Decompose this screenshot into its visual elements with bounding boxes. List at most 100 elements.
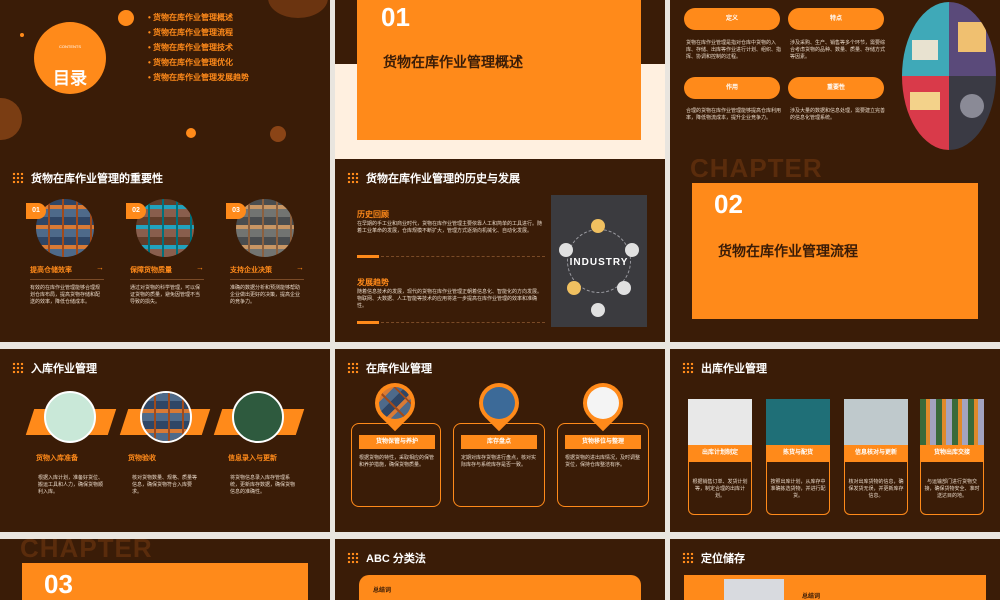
chapter-watermark: CHAPTER — [690, 159, 823, 183]
slide-header: 货物在库作业管理的重要性 — [12, 170, 163, 186]
arrow-right-icon[interactable]: → — [196, 263, 204, 272]
history-title: 历史回顾 — [357, 210, 389, 219]
contents-subtitle: CONTENTS — [59, 44, 81, 49]
dots-icon — [682, 552, 694, 564]
item-text: 根据入库计划，准备好货位、搬运工具和人力，确保货物顺利入库。 — [38, 475, 104, 495]
card-label[interactable]: 出库计划制定 — [688, 445, 752, 461]
history-text: 在早期的手工业和商业时代，货物在库作业管理主要依靠人工和简单的工具进行。随着工业… — [357, 221, 543, 234]
road-icon — [591, 303, 605, 317]
slide-location[interactable]: 定位储存 总结词 — [670, 539, 1000, 600]
summary-label: 总结词 — [373, 588, 392, 594]
card-text: 按照出库计划，从库存中准确拣选货物，并进行配货。 — [770, 479, 826, 499]
slide-outbound[interactable]: 出库作业管理 出库计划制定 拣货与配货 信息核对与更新 货物出库交接 根据销售订… — [670, 349, 1000, 532]
accent-bar — [357, 255, 379, 258]
industry-label: INDUSTRY — [569, 257, 629, 268]
toc-list: • 货物在库作业管理概述 • 货物在库作业管理流程 • 货物在库作业管理技术 •… — [148, 10, 249, 85]
card-label[interactable]: 信息核对与更新 — [844, 445, 908, 461]
item-title: 货物入库准备 — [36, 455, 78, 462]
item-text: 有效的在库作业管理能够合理规划仓库布局，提高货物存储和配送的效率，降低仓储成本。 — [30, 285, 101, 305]
photo-inbound — [44, 391, 96, 443]
divider — [381, 256, 545, 257]
decor-circle — [0, 98, 22, 140]
chapter-watermark: CHAPTER — [20, 539, 153, 563]
card-text: 根据货物的特性，采取相应的保管和养护措施，确保货物质量。 — [359, 455, 435, 468]
item-text: 核对货物数量、规格、质量等信息，确保货物符合入库要求。 — [132, 475, 198, 495]
arrow-right-icon[interactable]: → — [96, 263, 104, 272]
divider — [130, 279, 204, 280]
divider — [30, 279, 104, 280]
decor-circle — [270, 126, 286, 142]
card-label[interactable]: 货物移位与整理 — [565, 435, 641, 449]
toc-item[interactable]: • 货物在库作业管理发展趋势 — [148, 70, 249, 85]
photo-inspection — [140, 391, 192, 443]
divider — [230, 279, 304, 280]
industry-panel: INDUSTRY — [551, 195, 647, 327]
summary-box: 总结词 — [684, 575, 986, 600]
trend-title: 发展趋势 — [357, 278, 389, 287]
card-label[interactable]: 库存盘点 — [461, 435, 537, 449]
summary-label: 总结词 — [802, 594, 821, 600]
chapter-number: 02 — [714, 189, 743, 219]
box-icon — [567, 281, 581, 295]
toc-item[interactable]: • 货物在库作业管理优化 — [148, 55, 249, 70]
section-box: 01 货物在库作业管理概述 — [357, 0, 641, 140]
toc-item[interactable]: • 货物在库作业管理技术 — [148, 40, 249, 55]
badge-number: 01 — [26, 203, 46, 219]
dots-icon — [347, 172, 359, 184]
dots-icon — [347, 362, 359, 374]
gear-icon — [591, 219, 605, 233]
text-feature: 涉及采购、生产、销售等多个环节，需要综合考虑货物的品种、数量、质量、存储方式等因… — [790, 40, 886, 60]
slide-history[interactable]: 货物在库作业管理的历史与发展 历史回顾 在早期的手工业和商业时代，货物在库作业管… — [335, 159, 665, 342]
truck-icon — [559, 243, 573, 257]
tank-icon — [617, 281, 631, 295]
divider — [381, 322, 545, 323]
toc-item[interactable]: • 货物在库作业管理概述 — [148, 10, 249, 25]
badge-number: 03 — [226, 203, 246, 219]
decor-dot — [20, 33, 24, 37]
item-text: 通过对货物的科学管理，可以保证货物的质量，避免因管理不当导致的损失。 — [130, 285, 201, 305]
slide-header: 在库作业管理 — [347, 360, 432, 376]
pill-importance[interactable]: 重要性 — [788, 77, 884, 99]
pill-definition[interactable]: 定义 — [684, 8, 780, 30]
arrow-right-icon[interactable]: → — [296, 263, 304, 272]
slide-contents[interactable]: CONTENTS 目录 • 货物在库作业管理概述 • 货物在库作业管理流程 • … — [0, 0, 330, 183]
item-text: 准确的数据分析和预测能够帮助企业做出更好的决策，提高企业的竞争力。 — [230, 285, 301, 305]
text-definition: 货物在库作业管理是指对仓库中货物的入库、存储、出库等作业进行计划、组织、指挥、协… — [686, 40, 782, 60]
slide-definition[interactable]: 定义 特点 货物在库作业管理是指对仓库中货物的入库、存储、出库等作业进行计划、组… — [670, 0, 1000, 183]
slide-chapter-02[interactable]: CHAPTER 02 货物在库作业管理流程 — [670, 159, 1000, 342]
card-text: 与运输部门进行货物交接，确保货物安全、准时送达目的地。 — [924, 479, 980, 499]
photo-info — [232, 391, 284, 443]
card-label[interactable]: 拣货与配货 — [766, 445, 830, 461]
card-text: 根据货物的进出库情况，及时调整货位，保持仓库整洁有序。 — [565, 455, 641, 468]
slide-chapter-03[interactable]: CHAPTER 03 — [0, 539, 330, 600]
card-label[interactable]: 货物出库交接 — [920, 445, 984, 461]
dots-icon — [347, 552, 359, 564]
dots-icon — [12, 172, 24, 184]
dots-icon — [12, 362, 24, 374]
pill-feature[interactable]: 特点 — [788, 8, 884, 30]
badge-number: 02 — [126, 203, 146, 219]
chapter-title: 货物在库作业管理流程 — [718, 243, 858, 259]
chapter-number: 03 — [44, 569, 73, 599]
item-text: 将货物信息录入库存管理系统，更新库存数据，确保货物信息的准确性。 — [230, 475, 296, 495]
contents-circle: CONTENTS 目录 — [34, 22, 106, 94]
slide-section-01[interactable]: 01 货物在库作业管理概述 — [335, 0, 665, 183]
pill-role[interactable]: 作用 — [684, 77, 780, 99]
item-title: 提高仓储效率 — [30, 267, 72, 274]
accent-bar — [357, 321, 379, 324]
slide-importance[interactable]: 货物在库作业管理的重要性 01 02 03 提高仓储效率 保障货物质量 支持企业… — [0, 159, 330, 342]
slide-inbound[interactable]: 入库作业管理 货物入库准备 货物验收 信息录入与更新 根据入库计划，准备好货位、… — [0, 349, 330, 532]
warehouse-illustration — [902, 2, 996, 150]
toc-item[interactable]: • 货物在库作业管理流程 — [148, 25, 249, 40]
photo-handover — [920, 399, 984, 445]
contents-title: 目录 — [53, 69, 87, 88]
trend-text: 随着信息技术的发展，现代的货物在库作业管理正朝着信息化、智能化的方向发展。物联网… — [357, 289, 543, 309]
slide-abc[interactable]: ABC 分类法 总结词 — [335, 539, 665, 600]
slide-instore[interactable]: 在库作业管理 货物保管与养护 库存盘点 货物移位与整理 根据货物的特性，采取相应… — [335, 349, 665, 532]
decor-circle — [186, 128, 196, 138]
card-text: 定期对库存货物进行盘点，核对实际库存与系统库存是否一致。 — [461, 455, 537, 468]
summary-box: 总结词 — [359, 575, 641, 600]
photo-check — [844, 399, 908, 445]
slide-header: 货物在库作业管理的历史与发展 — [347, 170, 520, 186]
card-label[interactable]: 货物保管与养护 — [359, 435, 435, 449]
